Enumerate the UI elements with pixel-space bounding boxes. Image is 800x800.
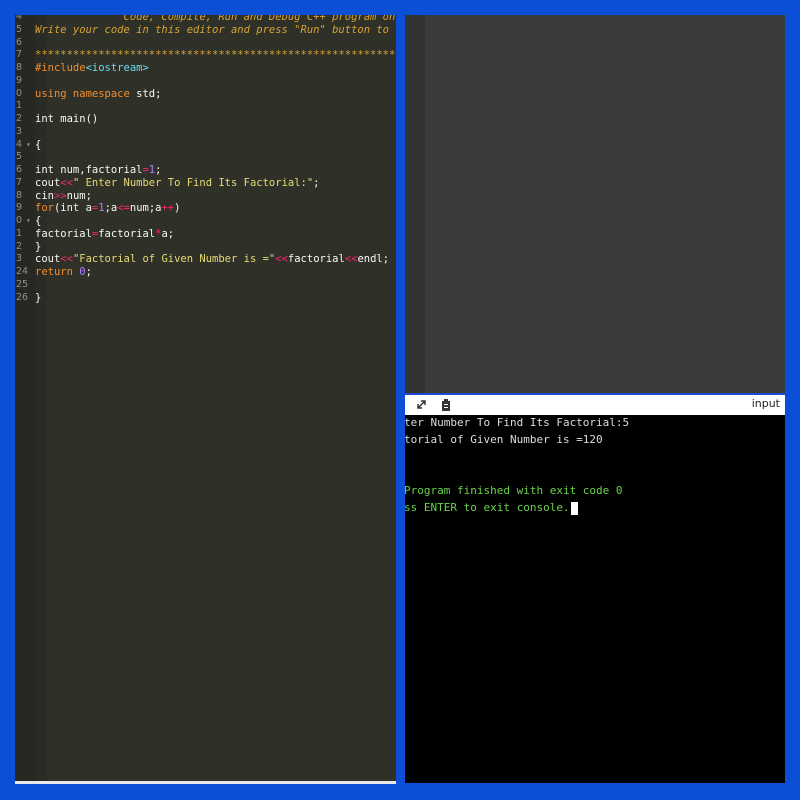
comment-line: Write your code in this editor and press… [35, 23, 396, 36]
using-keyword: using namespace [35, 87, 130, 100]
result-var: factorial [287, 253, 345, 266]
stream-op: >> [53, 189, 67, 202]
line-number: 8 [16, 189, 23, 201]
console-line: torial of Given Number is =120 [405, 433, 603, 446]
open-brace: { [35, 138, 42, 151]
fact-target: factorial [35, 227, 92, 240]
line-number: 1 [16, 227, 23, 239]
exit-message: Program finished with exit code 0 [405, 484, 623, 497]
line-number: 3 [16, 125, 23, 137]
line-number: 5 [16, 23, 23, 35]
statement-end: ; [313, 176, 320, 189]
line-number: 6 [16, 164, 23, 175]
fold-arrow-icon[interactable]: ▾ [26, 139, 31, 152]
include-directive: #include [35, 62, 86, 74]
line-number: 24 [16, 266, 29, 277]
cout-keyword: cout [35, 176, 61, 189]
line-number: 9 [16, 202, 23, 214]
line-number: 8 [16, 62, 23, 73]
loop-close-brace: } [35, 240, 42, 253]
decl-vars: int num,factorial [35, 164, 143, 176]
cout-prompt-line: cout<<" Enter Number To Find Its Factori… [35, 177, 320, 190]
expand-icon[interactable] [415, 396, 429, 412]
for-keyword: for [35, 202, 54, 215]
for-line: for(int a=1;a<=num;a++) [35, 202, 180, 215]
for-close: ) [174, 202, 181, 215]
stream-op: << [344, 253, 358, 266]
include-library: <iostream> [85, 62, 149, 74]
declaration-line: int num,factorial=1; [35, 164, 161, 177]
main-signature: int main() [35, 113, 99, 125]
endl: endl; [357, 253, 390, 266]
line-number: 2 [16, 240, 23, 252]
line-number: 7 [16, 49, 23, 61]
input-label[interactable]: input [752, 397, 780, 410]
cout-keyword: cout [35, 253, 61, 266]
statement-end: ; [85, 266, 92, 278]
line-number: 6 [16, 36, 23, 48]
fact-source: factorial [98, 227, 156, 240]
line-number: 25 [16, 278, 29, 290]
return-keyword: return [35, 266, 73, 278]
cin-keyword: cin [35, 189, 54, 202]
result-string: "Factorial of Given Number is =" [72, 253, 276, 266]
line-number: 7 [16, 176, 23, 188]
cin-var: num; [66, 189, 92, 202]
right-pane-gutter [405, 15, 425, 393]
line-number: 2 [16, 113, 23, 124]
comment-line: Code, Compile, Run and Debug C++ program… [35, 15, 397, 23]
return-value: 0 [72, 266, 86, 278]
line-number: 4 [16, 15, 23, 22]
line-number: 9 [16, 74, 23, 86]
std-namespace: std; [129, 87, 162, 100]
stream-op: << [60, 176, 73, 189]
line-number: 1 [16, 100, 23, 112]
console-line: ter Number To Find Its Factorial:5 [405, 416, 630, 429]
for-incr-var: num;a [129, 202, 162, 215]
using-line: using namespace std; [35, 88, 161, 101]
loop-open-brace: { [35, 215, 42, 227]
text-cursor [570, 501, 578, 515]
return-line: return 0; [35, 266, 92, 279]
close-brace: } [35, 291, 42, 304]
exit-prompt: ss ENTER to exit console. [405, 501, 578, 515]
for-compare: <= [117, 202, 130, 215]
fold-arrow-icon[interactable]: ▾ [26, 215, 31, 228]
include-line: #include<iostream> [35, 62, 149, 75]
decl-end: ; [155, 164, 162, 176]
console-toolbar: input [405, 393, 785, 415]
prompt-string: " Enter Number To Find Its Factorial:" [72, 176, 314, 189]
cout-result-line: cout<<"Factorial of Given Number is ="<<… [35, 253, 389, 266]
right-empty-pane [405, 15, 785, 393]
fact-operand: a; [161, 227, 175, 240]
console-output[interactable]: ter Number To Find Its Factorial:5 toria… [405, 415, 785, 783]
multiply-line: factorial=factorial*a; [35, 228, 174, 241]
stream-op: << [60, 253, 73, 266]
line-number: 0 [16, 87, 23, 99]
comment-stars: ****************************************… [35, 49, 396, 62]
code-editor[interactable]: 4 Code, Compile, Run and Debug C++ progr… [15, 15, 396, 781]
line-number: 26 [16, 291, 29, 303]
stream-op: << [275, 253, 288, 266]
clipboard-icon[interactable] [439, 397, 453, 411]
exit-prompt-text: ss ENTER to exit console. [405, 501, 570, 514]
for-cond-var: ;a [104, 202, 118, 215]
for-increment: ++ [161, 202, 175, 215]
for-init: (int a [53, 202, 92, 215]
line-number: 3 [16, 253, 23, 265]
editor-scrollbar[interactable] [15, 781, 396, 784]
line-number: 5 [16, 151, 23, 163]
cin-line: cin>>num; [35, 190, 92, 203]
fold-gutter [35, 15, 47, 781]
